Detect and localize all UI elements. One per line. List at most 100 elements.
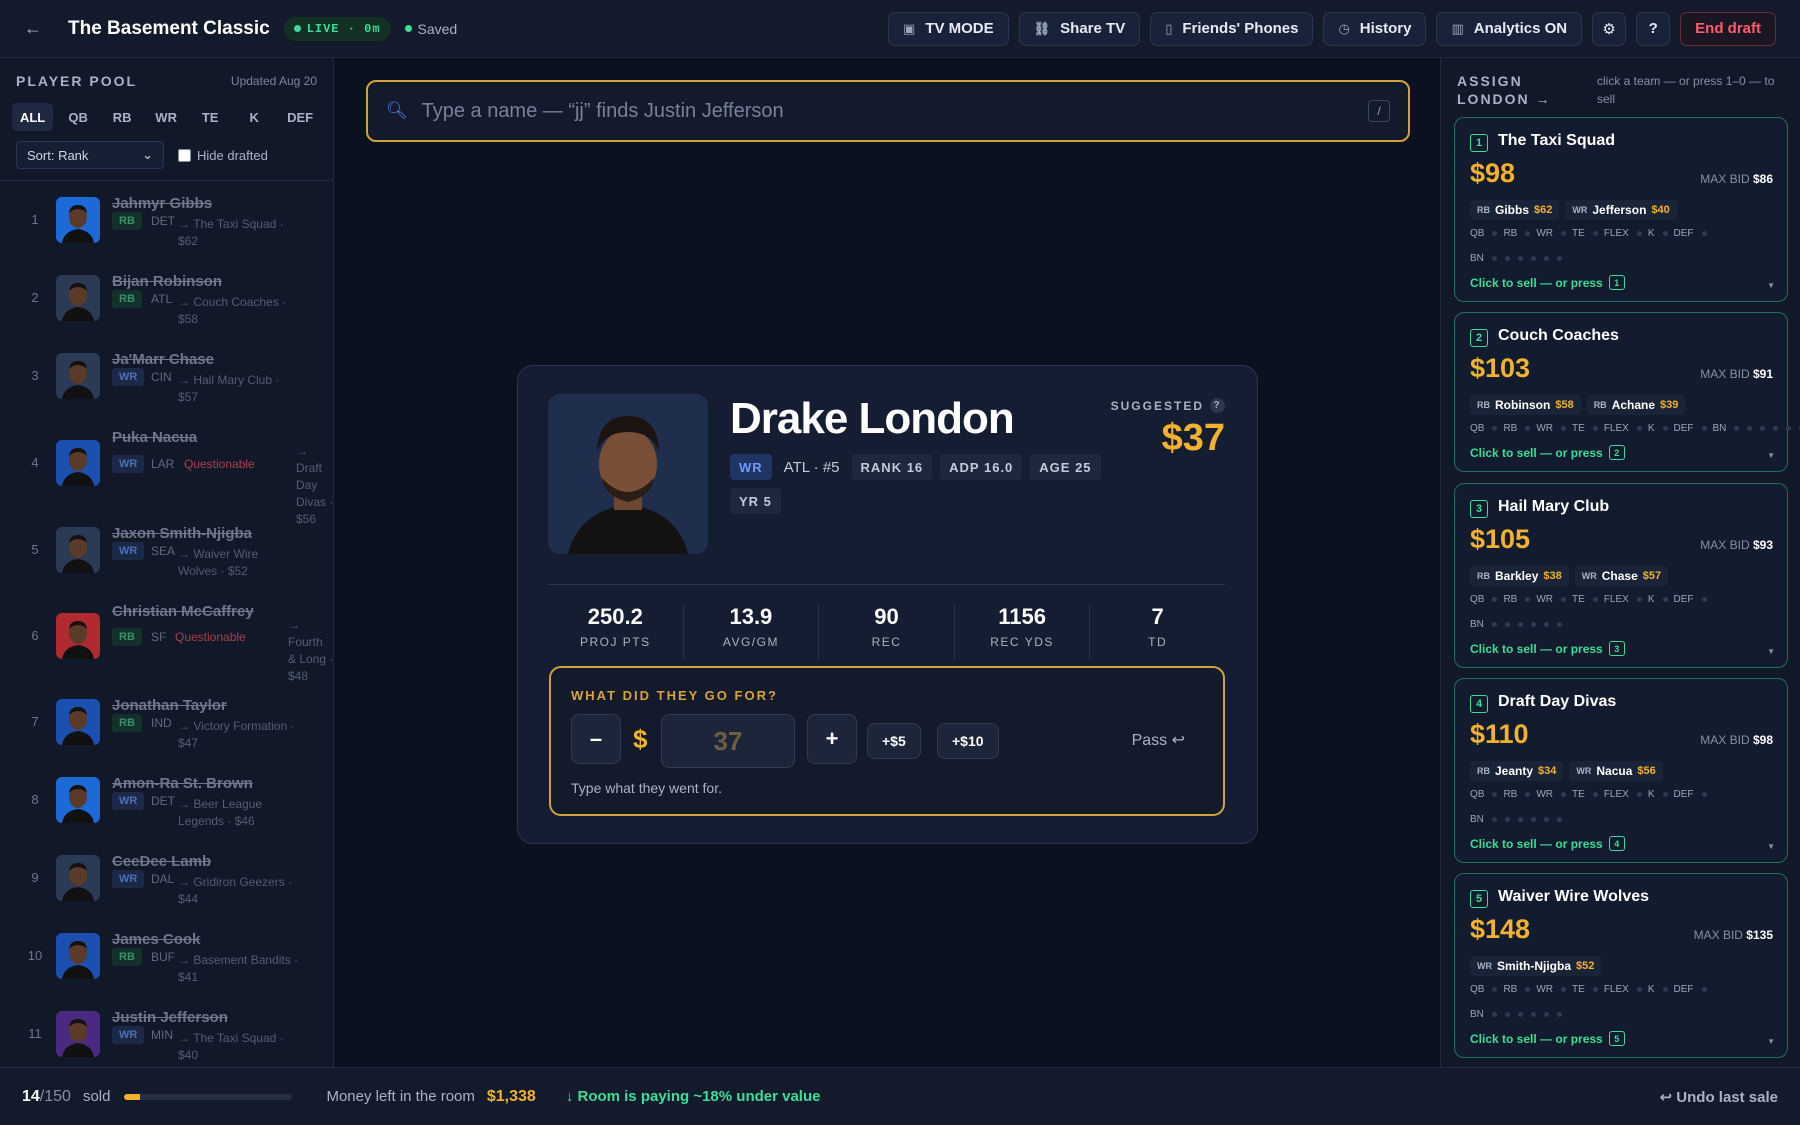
- roster-pick: WR Nacua $56: [1569, 761, 1663, 781]
- end-draft-button[interactable]: End draft: [1680, 11, 1776, 46]
- team-card[interactable]: 4 Draft Day Divas $110 MAX BID $98 RB Jeanty $…: [1454, 678, 1788, 863]
- empty-slot-dot: [1525, 426, 1531, 431]
- slot-def: DEF: [1673, 984, 1694, 995]
- add-10-button[interactable]: +$10: [937, 723, 999, 759]
- empty-slot-dot: [1701, 987, 1707, 992]
- empty-slot-dot: [1556, 817, 1562, 822]
- stat-label: AVG/GM: [722, 635, 779, 649]
- team-card[interactable]: 1 The Taxi Squad $98 MAX BID $86 RB Gibbs $62 W…: [1454, 117, 1788, 302]
- hide-drafted-toggle[interactable]: Hide drafted: [178, 148, 268, 163]
- slot-qb: QB: [1470, 594, 1485, 605]
- player-search[interactable]: 🔍︎ Type a name — “jj” finds Justin Jeffe…: [366, 80, 1410, 142]
- player-row[interactable]: 7 Jonathan Taylor RB IND → Victory Formation…: [0, 683, 333, 761]
- expand-caret-icon[interactable]: ▼: [1767, 647, 1775, 656]
- stat-label: TD: [1148, 635, 1168, 649]
- player-team: IND: [151, 716, 172, 730]
- pool-updated-date: Updated Aug 20: [230, 74, 317, 88]
- filter-te[interactable]: TE: [191, 103, 229, 131]
- player-position-badge: RB: [112, 212, 142, 230]
- bid-amount-input[interactable]: 37: [661, 714, 795, 768]
- empty-slot-dot: [1530, 817, 1536, 822]
- help-button[interactable]: ?: [1636, 11, 1671, 46]
- back-button[interactable]: ←: [24, 18, 50, 39]
- player-name: Jaxon Smith-Njigba: [112, 525, 253, 542]
- filter-wr[interactable]: WR: [147, 103, 185, 131]
- filter-def[interactable]: DEF: [279, 103, 321, 131]
- drafted-by-line: → Basement Bandits ·: [178, 953, 299, 967]
- team-card[interactable]: 5 Waiver Wire Wolves $148 MAX BID $135 WR Smi…: [1454, 873, 1788, 1058]
- player-row[interactable]: 1 Jahmyr Gibbs RB DET → The Taxi Squad · $62: [0, 181, 333, 259]
- player-row[interactable]: 2 Bijan Robinson RB ATL → Couch Coaches · $58: [0, 259, 333, 337]
- adp-chip: ADP 16.0: [940, 454, 1023, 480]
- empty-slot-dot: [1773, 426, 1779, 431]
- expand-caret-icon[interactable]: ▼: [1767, 451, 1775, 460]
- link-icon: ⛓: [1033, 20, 1051, 36]
- player-row[interactable]: 11 Justin Jefferson WR MIN → The Taxi Squad …: [0, 995, 333, 1067]
- undo-last-sale-button[interactable]: ↩ Undo last sale: [1660, 1088, 1778, 1106]
- filter-qb[interactable]: QB: [59, 103, 97, 131]
- filter-k[interactable]: K: [235, 103, 273, 131]
- player-row[interactable]: 4 Puka Nacua WR LAR Questionable → Draft Day Di…: [0, 415, 333, 526]
- player-row[interactable]: 10 James Cook RB BUF → Basement Bandits · $41: [0, 917, 333, 995]
- empty-slot-dot: [1636, 987, 1642, 992]
- hide-drafted-checkbox[interactable]: [178, 148, 191, 162]
- pass-button[interactable]: Pass ↩: [1132, 730, 1185, 750]
- sell-label: Click to sell — or press: [1470, 445, 1603, 460]
- empty-slot-dot: [1747, 426, 1753, 431]
- player-row[interactable]: 9 CeeDee Lamb WR DAL → Gridiron Geezers · $44: [0, 839, 333, 917]
- increment-button[interactable]: +: [807, 714, 857, 764]
- team-roster: WR Smith-Njigba $52: [1470, 956, 1602, 976]
- settings-button[interactable]: ⚙: [1592, 11, 1627, 46]
- sort-select[interactable]: Sort: Rank ⌄: [16, 141, 164, 169]
- player-row[interactable]: 5 Jaxon Smith-Njigba WR SEA → Waiver Wire Wol…: [0, 511, 333, 589]
- add-5-button[interactable]: +$5: [867, 723, 921, 759]
- filter-all[interactable]: ALL: [12, 103, 54, 131]
- sold-total: /150: [39, 1087, 71, 1105]
- filter-rb[interactable]: RB: [103, 103, 141, 131]
- slot-wr: WR: [1536, 228, 1554, 239]
- empty-slot-dot: [1517, 817, 1523, 822]
- injury-status: Questionable: [184, 457, 255, 471]
- player-row[interactable]: 8 Amon-Ra St. Brown WR DET → Beer League Lege…: [0, 761, 333, 839]
- sell-to-team[interactable]: Click to sell — or press 3: [1470, 641, 1625, 656]
- sort-value: Sort: Rank: [27, 147, 89, 163]
- history-button[interactable]: ◷ History: [1323, 11, 1427, 46]
- sell-to-team[interactable]: Click to sell — or press 2: [1470, 445, 1625, 460]
- search-input[interactable]: Type a name — “jj” finds Justin Jefferso…: [422, 100, 1368, 123]
- friends-phones-button[interactable]: ▯ Friends' Phones: [1150, 11, 1314, 46]
- tv-mode-button[interactable]: ▣ TV MODE: [888, 11, 1009, 46]
- sell-to-team[interactable]: Click to sell — or press 4: [1470, 836, 1625, 851]
- player-meta: WR ATL · #5 RANK 16 ADP 16.0 AGE 25: [730, 454, 1101, 480]
- player-name: CeeDee Lamb: [112, 853, 212, 870]
- expand-caret-icon[interactable]: ▼: [1767, 1037, 1775, 1046]
- live-badge: LIVE · 0m: [283, 16, 391, 41]
- info-icon[interactable]: ?: [1210, 398, 1225, 413]
- expand-caret-icon[interactable]: ▼: [1767, 281, 1775, 290]
- empty-slot-dot: [1662, 792, 1668, 797]
- pick-position: WR: [1572, 205, 1588, 215]
- sell-to-team[interactable]: Click to sell — or press 5: [1470, 1031, 1625, 1046]
- bench-slots: BN: [1470, 253, 1562, 264]
- drafted-by-line: $48: [288, 669, 309, 683]
- empty-slot-dot: [1636, 426, 1642, 431]
- player-avatar: [56, 275, 100, 321]
- team-card[interactable]: 2 Couch Coaches $103 MAX BID $91 RB Robinson $…: [1454, 312, 1800, 472]
- slot-def: DEF: [1673, 228, 1694, 239]
- team-card[interactable]: 3 Hail Mary Club $105 MAX BID $93 RB Barkley $…: [1454, 483, 1788, 668]
- sold-progress-fill: [124, 1093, 141, 1100]
- decrement-button[interactable]: –: [571, 714, 621, 764]
- pick-price: $62: [1534, 204, 1553, 216]
- stat-label: REC YDS: [990, 635, 1054, 649]
- player-name: James Cook: [112, 931, 201, 948]
- player-row[interactable]: 6 Christian McCaffrey RB SF Questionable → Fo…: [0, 589, 333, 683]
- pick-price: $58: [1555, 399, 1574, 411]
- stat-td: 7 TD: [1090, 604, 1225, 660]
- slot-qb: QB: [1470, 984, 1485, 995]
- player-stats: 250.2 PROJ PTS 13.9 AVG/GM 90 REC 1156 REC Y…: [548, 604, 1225, 660]
- expand-caret-icon[interactable]: ▼: [1767, 842, 1775, 851]
- sell-to-team[interactable]: Click to sell — or press 1: [1470, 275, 1625, 290]
- share-tv-button[interactable]: ⛓ Share TV: [1018, 11, 1141, 46]
- max-bid-value: $93: [1752, 538, 1773, 552]
- player-row[interactable]: 3 Ja'Marr Chase WR CIN → Hail Mary Club · $57: [0, 337, 333, 415]
- analytics-button[interactable]: ▥ Analytics ON: [1436, 11, 1583, 46]
